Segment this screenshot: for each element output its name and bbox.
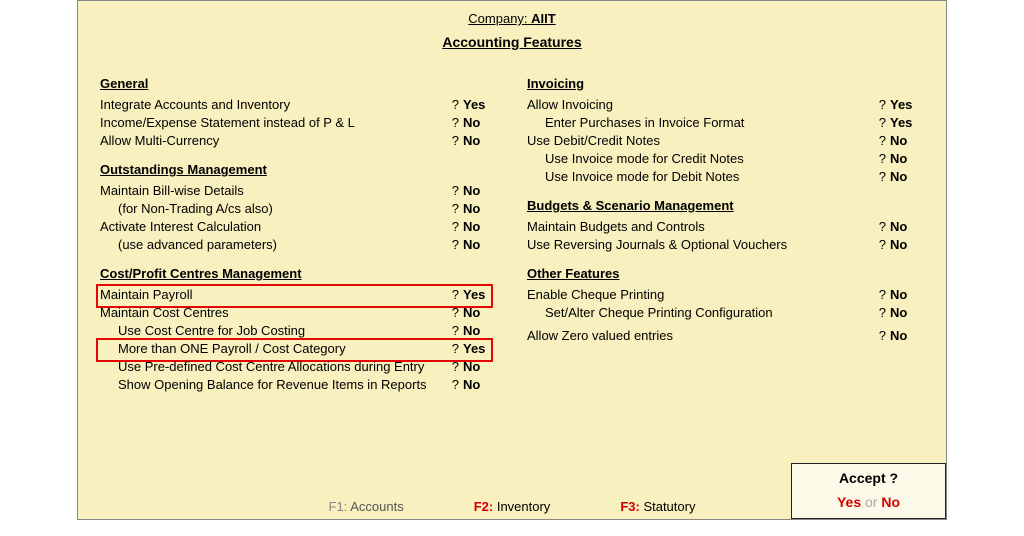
value-reversing[interactable]: No — [890, 237, 924, 252]
accept-no-button[interactable]: No — [881, 494, 900, 510]
value-purchases[interactable]: Yes — [890, 115, 924, 130]
right-column: Invoicing Allow Invoicing?Yes Enter Purc… — [527, 62, 924, 395]
label-predefined: Use Pre-defined Cost Centre Allocations … — [100, 359, 449, 374]
label-interest-sub: (use advanced parameters) — [100, 237, 449, 252]
value-cheque[interactable]: No — [890, 287, 924, 302]
page-title: Accounting Features — [100, 34, 924, 50]
accept-yes-button[interactable]: Yes — [837, 494, 861, 510]
accept-panel: Accept ? Yes or No — [791, 463, 946, 519]
heading-outstandings: Outstandings Management — [100, 162, 497, 177]
label-cost-centres: Maintain Cost Centres — [100, 305, 449, 320]
value-maintain-budgets[interactable]: No — [890, 219, 924, 234]
label-billwise-sub: (for Non-Trading A/cs also) — [100, 201, 449, 216]
label-interest: Activate Interest Calculation — [100, 219, 449, 234]
value-debit-mode[interactable]: No — [890, 169, 924, 184]
accept-question: Accept ? — [792, 470, 945, 486]
value-predefined[interactable]: No — [463, 359, 497, 374]
label-cheque: Enable Cheque Printing — [527, 287, 876, 302]
label-allow-invoicing: Allow Invoicing — [527, 97, 876, 112]
left-column: General Integrate Accounts and Inventory… — [100, 62, 497, 395]
label-multi-currency: Allow Multi-Currency — [100, 133, 449, 148]
label-billwise: Maintain Bill-wise Details — [100, 183, 449, 198]
features-window: Company: AIIT Accounting Features Genera… — [77, 0, 947, 520]
footer-f2[interactable]: F2: Inventory — [474, 499, 551, 514]
label-reversing: Use Reversing Journals & Optional Vouche… — [527, 237, 876, 252]
value-billwise-sub[interactable]: No — [463, 201, 497, 216]
value-opening-bal[interactable]: No — [463, 377, 497, 392]
value-integrate[interactable]: Yes — [463, 97, 497, 112]
label-dc-notes: Use Debit/Credit Notes — [527, 133, 876, 148]
heading-budgets: Budgets & Scenario Management — [527, 198, 924, 213]
company-name: AIIT — [531, 11, 556, 26]
accept-or: or — [865, 494, 877, 510]
heading-other: Other Features — [527, 266, 924, 281]
value-interest-sub[interactable]: No — [463, 237, 497, 252]
heading-general: General — [100, 76, 497, 91]
value-multi-currency[interactable]: No — [463, 133, 497, 148]
label-job-costing: Use Cost Centre for Job Costing — [100, 323, 449, 338]
label-debit-mode: Use Invoice mode for Debit Notes — [527, 169, 876, 184]
value-billwise[interactable]: No — [463, 183, 497, 198]
label-opening-bal: Show Opening Balance for Revenue Items i… — [100, 377, 449, 392]
header: Company: AIIT Accounting Features — [100, 11, 924, 50]
value-zero[interactable]: No — [890, 328, 924, 343]
value-dc-notes[interactable]: No — [890, 133, 924, 148]
value-interest[interactable]: No — [463, 219, 497, 234]
label-integrate: Integrate Accounts and Inventory — [100, 97, 449, 112]
value-more-than-one[interactable]: Yes — [463, 341, 497, 356]
value-income-expense[interactable]: No — [463, 115, 497, 130]
label-maintain-budgets: Maintain Budgets and Controls — [527, 219, 876, 234]
value-cheque-cfg[interactable]: No — [890, 305, 924, 320]
value-cost-centres[interactable]: No — [463, 305, 497, 320]
value-credit-mode[interactable]: No — [890, 151, 924, 166]
footer-f1[interactable]: F1: Accounts — [329, 499, 404, 514]
label-purchases: Enter Purchases in Invoice Format — [527, 115, 876, 130]
company-prefix: Company: — [468, 11, 527, 26]
footer-f3[interactable]: F3: Statutory — [620, 499, 695, 514]
value-job-costing[interactable]: No — [463, 323, 497, 338]
value-payroll[interactable]: Yes — [463, 287, 497, 302]
label-credit-mode: Use Invoice mode for Credit Notes — [527, 151, 876, 166]
label-cheque-cfg: Set/Alter Cheque Printing Configuration — [527, 305, 876, 320]
label-more-than-one: More than ONE Payroll / Cost Category — [100, 341, 449, 356]
heading-invoicing: Invoicing — [527, 76, 924, 91]
heading-cost: Cost/Profit Centres Management — [100, 266, 497, 281]
label-zero: Allow Zero valued entries — [527, 328, 876, 343]
label-income-expense: Income/Expense Statement instead of P & … — [100, 115, 449, 130]
label-payroll: Maintain Payroll — [100, 287, 449, 302]
value-allow-invoicing[interactable]: Yes — [890, 97, 924, 112]
